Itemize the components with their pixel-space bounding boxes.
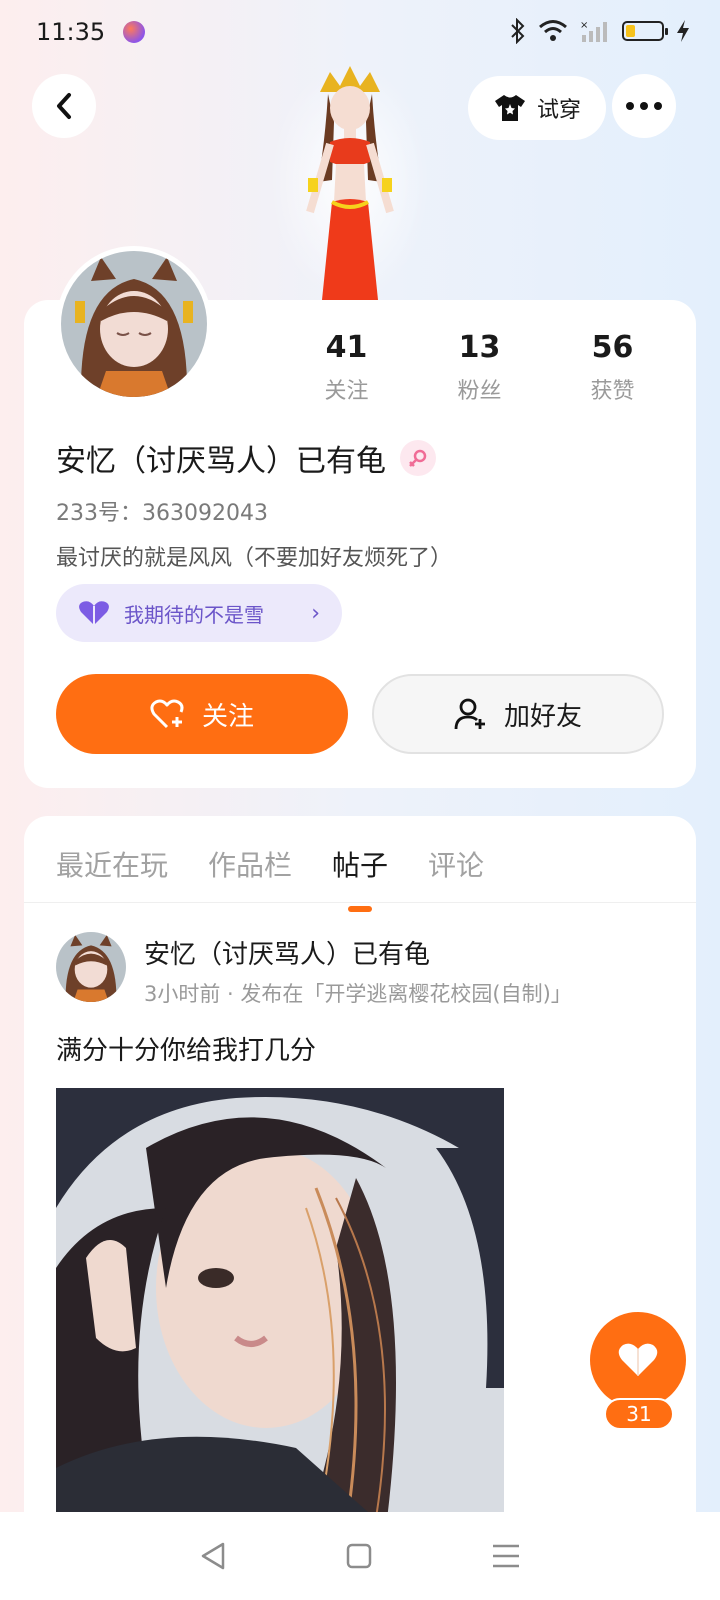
profile-tabs: 最近在玩 作品栏 帖子 评论 <box>56 844 484 912</box>
tabs-divider <box>24 902 696 903</box>
profile-tag-pill[interactable]: 我期待的不是雪 › <box>56 584 342 642</box>
status-icons: × <box>510 18 690 44</box>
profile-avatar[interactable] <box>56 246 212 402</box>
profile-username: 安忆（讨厌骂人）已有龟 <box>56 436 436 480</box>
post-meta: 3小时前 · 发布在「开学逃离樱花校园(自制)」 <box>144 982 572 1006</box>
chevron-right-icon: › <box>311 600 320 626</box>
stat-likes-label: 获赞 <box>590 379 635 404</box>
tab-posts-label: 帖子 <box>332 849 389 882</box>
profile-stats: 41 关注 13 粉丝 56 获赞 <box>280 330 680 405</box>
purple-heart-icon <box>79 601 109 625</box>
character-outfit-figure <box>270 62 430 302</box>
like-button[interactable] <box>590 1312 686 1408</box>
system-nav-bar <box>0 1512 720 1600</box>
stat-fans[interactable]: 13 粉丝 <box>413 330 546 405</box>
follow-label: 关注 <box>201 701 254 732</box>
active-tab-indicator <box>348 906 373 912</box>
stat-likes-count: 56 <box>591 330 634 365</box>
svg-text:×: × <box>580 20 588 31</box>
like-count: 31 <box>604 1398 674 1430</box>
try-on-label: 试穿 <box>536 98 581 123</box>
username-text: 安忆（讨厌骂人）已有龟 <box>56 444 386 479</box>
back-button[interactable] <box>32 74 96 138</box>
follow-button[interactable]: 关注 <box>56 674 348 754</box>
try-on-button[interactable]: 试穿 <box>468 76 606 140</box>
profile-tag-label: 我期待的不是雪 <box>124 602 264 627</box>
more-dots-icon <box>626 102 662 110</box>
profile-bio: 最讨厌的就是风风（不要加好友烦死了） <box>56 546 453 571</box>
status-time: 11:35 <box>36 18 106 46</box>
post-author-avatar[interactable] <box>56 932 126 1002</box>
battery-level <box>626 25 635 37</box>
post-author-name[interactable]: 安忆（讨厌骂人）已有龟 <box>144 934 430 971</box>
feed-card: 最近在玩 作品栏 帖子 评论 安忆（讨厌骂人）已有龟 3小时前 · 发布在「开学… <box>24 816 696 1516</box>
battery-icon <box>622 21 668 41</box>
post-photo[interactable] <box>56 1088 504 1516</box>
more-button[interactable] <box>612 74 676 138</box>
stat-fans-label: 粉丝 <box>457 379 502 404</box>
tshirt-icon <box>494 95 525 121</box>
heart-plus-icon <box>150 699 184 729</box>
nav-home-icon[interactable] <box>345 1542 373 1570</box>
tab-works[interactable]: 作品栏 <box>208 844 292 884</box>
avatar-image <box>61 251 207 397</box>
heart-icon <box>618 1343 658 1376</box>
bluetooth-icon <box>511 18 525 44</box>
profile-id: 233号：363092043 <box>56 501 268 526</box>
charging-icon <box>677 20 689 42</box>
post-text: 满分十分你给我打几分 <box>56 1036 317 1066</box>
tab-comments[interactable]: 评论 <box>428 844 484 884</box>
stat-likes[interactable]: 56 获赞 <box>546 330 679 405</box>
stat-following-label: 关注 <box>324 379 369 404</box>
stat-following[interactable]: 41 关注 <box>280 330 413 405</box>
nav-menu-icon[interactable] <box>491 1543 521 1569</box>
tab-posts[interactable]: 帖子 <box>332 844 389 912</box>
app-notification-icon <box>123 21 146 43</box>
wifi-icon <box>539 20 567 41</box>
add-user-icon <box>454 698 485 730</box>
status-bar: 11:35 × <box>0 0 720 64</box>
stat-fans-count: 13 <box>458 330 501 365</box>
signal-icon: × <box>580 20 607 42</box>
add-friend-button[interactable]: 加好友 <box>372 674 664 754</box>
nav-back-icon[interactable] <box>199 1541 227 1571</box>
stat-following-count: 41 <box>325 330 368 365</box>
add-friend-label: 加好友 <box>503 701 582 732</box>
back-arrow-icon <box>57 93 71 119</box>
female-gender-icon <box>400 440 436 476</box>
tab-recent-play[interactable]: 最近在玩 <box>56 844 168 884</box>
